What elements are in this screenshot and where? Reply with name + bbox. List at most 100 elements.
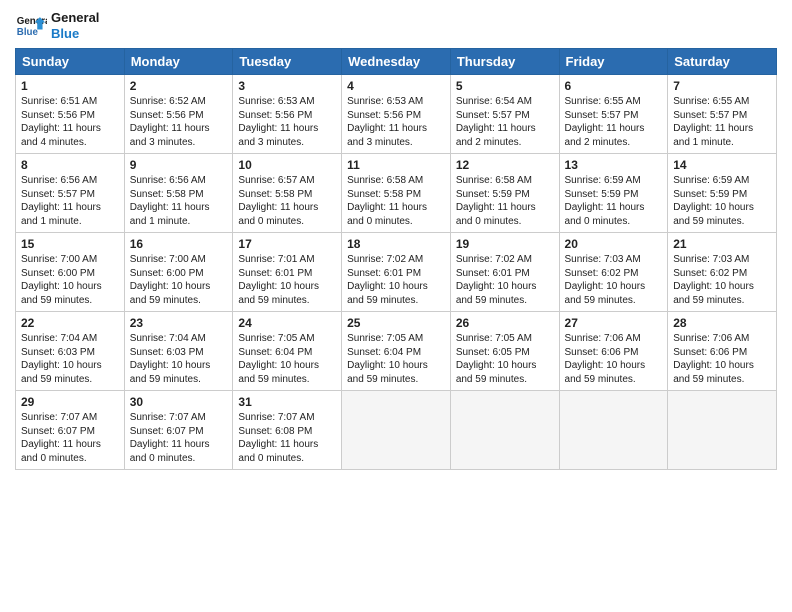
calendar-day-header: Thursday [450, 49, 559, 75]
day-info: Sunrise: 7:07 AMSunset: 6:07 PMDaylight:… [130, 411, 228, 465]
calendar-day-cell: 20 Sunrise: 7:03 AMSunset: 6:02 PMDayligh… [559, 233, 668, 312]
day-number: 28 [673, 316, 771, 330]
day-info: Sunrise: 6:53 AMSunset: 5:56 PMDaylight:… [238, 95, 336, 149]
calendar-day-header: Saturday [668, 49, 777, 75]
day-info: Sunrise: 7:04 AMSunset: 6:03 PMDaylight:… [130, 332, 228, 386]
calendar-day-header: Wednesday [342, 49, 451, 75]
day-info: Sunrise: 7:06 AMSunset: 6:06 PMDaylight:… [565, 332, 663, 386]
svg-text:Blue: Blue [17, 27, 39, 38]
calendar-day-cell: 30 Sunrise: 7:07 AMSunset: 6:07 PMDayligh… [124, 391, 233, 470]
calendar-week-row: 29 Sunrise: 7:07 AMSunset: 6:07 PMDayligh… [16, 391, 777, 470]
calendar-week-row: 1Sunrise: 6:51 AMSunset: 5:56 PMDaylight… [16, 75, 777, 154]
day-number: 23 [130, 316, 228, 330]
day-info: Sunrise: 7:03 AMSunset: 6:02 PMDaylight:… [673, 253, 771, 307]
calendar-day-cell: 27Sunrise: 7:06 AMSunset: 6:06 PMDayligh… [559, 312, 668, 391]
day-info: Sunrise: 6:56 AMSunset: 5:58 PMDaylight:… [130, 174, 228, 228]
calendar-day-cell: 22 Sunrise: 7:04 AMSunset: 6:03 PMDayligh… [16, 312, 125, 391]
calendar-day-header: Sunday [16, 49, 125, 75]
calendar-day-cell: 12 Sunrise: 6:58 AMSunset: 5:59 PMDayligh… [450, 154, 559, 233]
day-info: Sunrise: 7:01 AMSunset: 6:01 PMDaylight:… [238, 253, 336, 307]
day-number: 30 [130, 395, 228, 409]
day-info: Sunrise: 7:02 AMSunset: 6:01 PMDaylight:… [347, 253, 445, 307]
day-number: 13 [565, 158, 663, 172]
calendar-day-cell: 9 Sunrise: 6:56 AMSunset: 5:58 PMDaylight… [124, 154, 233, 233]
calendar-day-cell [342, 391, 451, 470]
calendar-week-row: 8 Sunrise: 6:56 AMSunset: 5:57 PMDaylight… [16, 154, 777, 233]
day-info: Sunrise: 7:06 AMSunset: 6:06 PMDaylight:… [673, 332, 771, 386]
calendar-day-cell: 29 Sunrise: 7:07 AMSunset: 6:07 PMDayligh… [16, 391, 125, 470]
day-number: 25 [347, 316, 445, 330]
day-number: 10 [238, 158, 336, 172]
calendar-day-header: Monday [124, 49, 233, 75]
calendar-day-cell: 23 Sunrise: 7:04 AMSunset: 6:03 PMDayligh… [124, 312, 233, 391]
day-number: 24 [238, 316, 336, 330]
calendar-day-cell: 21 Sunrise: 7:03 AMSunset: 6:02 PMDayligh… [668, 233, 777, 312]
calendar-day-cell: 26Sunrise: 7:05 AMSunset: 6:05 PMDayligh… [450, 312, 559, 391]
day-info: Sunrise: 6:57 AMSunset: 5:58 PMDaylight:… [238, 174, 336, 228]
day-info: Sunrise: 6:55 AMSunset: 5:57 PMDaylight:… [565, 95, 663, 149]
day-number: 12 [456, 158, 554, 172]
day-number: 9 [130, 158, 228, 172]
day-info: Sunrise: 6:54 AMSunset: 5:57 PMDaylight:… [456, 95, 554, 149]
day-number: 29 [21, 395, 119, 409]
day-number: 5 [456, 79, 554, 93]
logo: General Blue General Blue [15, 10, 99, 42]
calendar-day-cell: 17Sunrise: 7:01 AMSunset: 6:01 PMDayligh… [233, 233, 342, 312]
day-info: Sunrise: 6:59 AMSunset: 5:59 PMDaylight:… [565, 174, 663, 228]
calendar-day-cell: 3 Sunrise: 6:53 AMSunset: 5:56 PMDaylight… [233, 75, 342, 154]
day-info: Sunrise: 7:05 AMSunset: 6:04 PMDaylight:… [347, 332, 445, 386]
day-number: 4 [347, 79, 445, 93]
day-info: Sunrise: 6:59 AMSunset: 5:59 PMDaylight:… [673, 174, 771, 228]
day-info: Sunrise: 6:52 AMSunset: 5:56 PMDaylight:… [130, 95, 228, 149]
day-info: Sunrise: 6:53 AMSunset: 5:56 PMDaylight:… [347, 95, 445, 149]
day-number: 22 [21, 316, 119, 330]
day-info: Sunrise: 7:00 AMSunset: 6:00 PMDaylight:… [21, 253, 119, 307]
day-info: Sunrise: 7:05 AMSunset: 6:04 PMDaylight:… [238, 332, 336, 386]
calendar-day-header: Friday [559, 49, 668, 75]
calendar-day-cell: 14Sunrise: 6:59 AMSunset: 5:59 PMDayligh… [668, 154, 777, 233]
day-number: 18 [347, 237, 445, 251]
day-info: Sunrise: 6:58 AMSunset: 5:58 PMDaylight:… [347, 174, 445, 228]
calendar-day-cell: 16 Sunrise: 7:00 AMSunset: 6:00 PMDayligh… [124, 233, 233, 312]
calendar-week-row: 15 Sunrise: 7:00 AMSunset: 6:00 PMDayligh… [16, 233, 777, 312]
day-number: 16 [130, 237, 228, 251]
day-number: 8 [21, 158, 119, 172]
day-info: Sunrise: 7:03 AMSunset: 6:02 PMDaylight:… [565, 253, 663, 307]
calendar-day-cell [559, 391, 668, 470]
calendar-day-cell: 8 Sunrise: 6:56 AMSunset: 5:57 PMDaylight… [16, 154, 125, 233]
calendar-day-cell: 19Sunrise: 7:02 AMSunset: 6:01 PMDayligh… [450, 233, 559, 312]
day-info: Sunrise: 7:05 AMSunset: 6:05 PMDaylight:… [456, 332, 554, 386]
calendar-day-header: Tuesday [233, 49, 342, 75]
day-info: Sunrise: 6:58 AMSunset: 5:59 PMDaylight:… [456, 174, 554, 228]
calendar-day-cell: 15 Sunrise: 7:00 AMSunset: 6:00 PMDayligh… [16, 233, 125, 312]
day-number: 6 [565, 79, 663, 93]
calendar-day-cell: 28 Sunrise: 7:06 AMSunset: 6:06 PMDayligh… [668, 312, 777, 391]
calendar-day-cell: 18 Sunrise: 7:02 AMSunset: 6:01 PMDayligh… [342, 233, 451, 312]
day-info: Sunrise: 7:07 AMSunset: 6:07 PMDaylight:… [21, 411, 119, 465]
calendar-day-cell: 1Sunrise: 6:51 AMSunset: 5:56 PMDaylight… [16, 75, 125, 154]
calendar-table: SundayMondayTuesdayWednesdayThursdayFrid… [15, 48, 777, 470]
day-number: 20 [565, 237, 663, 251]
calendar-day-cell: 5 Sunrise: 6:54 AMSunset: 5:57 PMDaylight… [450, 75, 559, 154]
calendar-day-cell: 31Sunrise: 7:07 AMSunset: 6:08 PMDayligh… [233, 391, 342, 470]
calendar-day-cell [668, 391, 777, 470]
calendar-day-cell: 24 Sunrise: 7:05 AMSunset: 6:04 PMDayligh… [233, 312, 342, 391]
calendar-day-cell: 10 Sunrise: 6:57 AMSunset: 5:58 PMDayligh… [233, 154, 342, 233]
day-info: Sunrise: 6:56 AMSunset: 5:57 PMDaylight:… [21, 174, 119, 228]
day-info: Sunrise: 7:04 AMSunset: 6:03 PMDaylight:… [21, 332, 119, 386]
day-number: 15 [21, 237, 119, 251]
day-number: 3 [238, 79, 336, 93]
day-info: Sunrise: 7:02 AMSunset: 6:01 PMDaylight:… [456, 253, 554, 307]
day-number: 21 [673, 237, 771, 251]
day-number: 7 [673, 79, 771, 93]
calendar-day-cell: 4 Sunrise: 6:53 AMSunset: 5:56 PMDaylight… [342, 75, 451, 154]
calendar-day-cell: 13 Sunrise: 6:59 AMSunset: 5:59 PMDayligh… [559, 154, 668, 233]
calendar-day-cell: 7 Sunrise: 6:55 AMSunset: 5:57 PMDaylight… [668, 75, 777, 154]
day-number: 31 [238, 395, 336, 409]
calendar-day-cell: 11Sunrise: 6:58 AMSunset: 5:58 PMDayligh… [342, 154, 451, 233]
calendar-day-cell [450, 391, 559, 470]
day-info: Sunrise: 6:51 AMSunset: 5:56 PMDaylight:… [21, 95, 119, 149]
day-info: Sunrise: 6:55 AMSunset: 5:57 PMDaylight:… [673, 95, 771, 149]
logo-icon: General Blue [15, 10, 47, 42]
day-info: Sunrise: 7:00 AMSunset: 6:00 PMDaylight:… [130, 253, 228, 307]
